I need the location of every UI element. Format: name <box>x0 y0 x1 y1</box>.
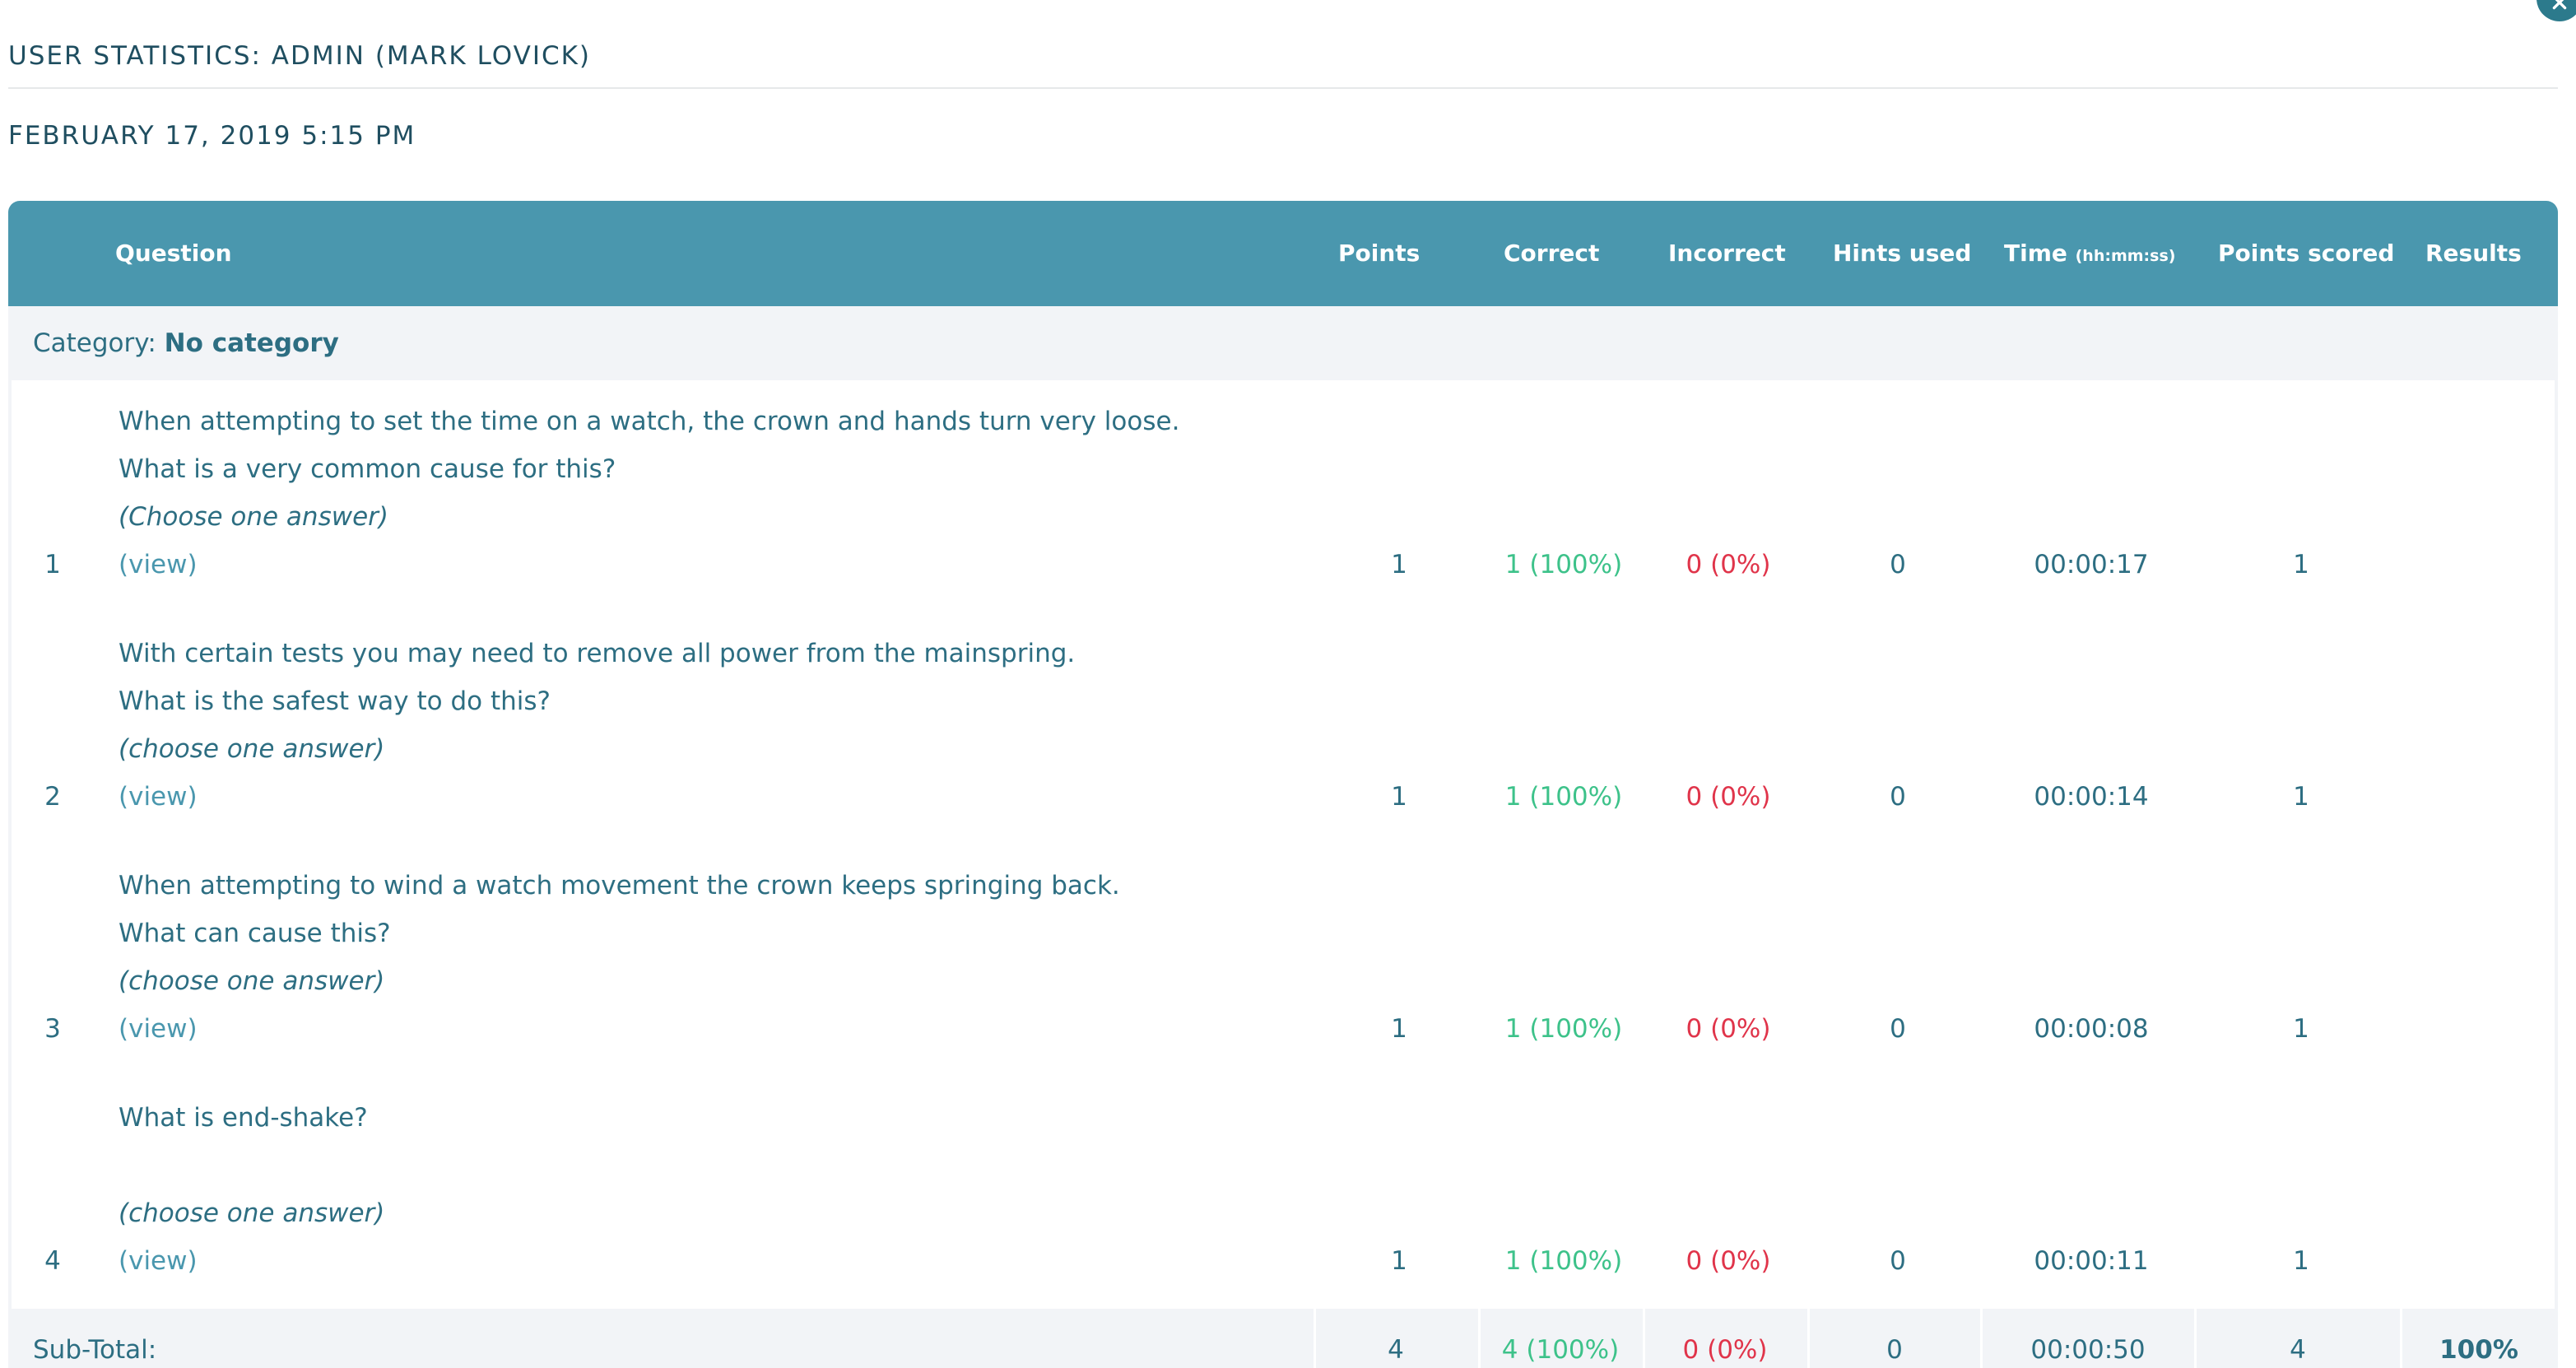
hints-used-value: 0 <box>1890 1014 1906 1044</box>
subtotal-divider <box>1980 1309 1983 1368</box>
points-scored-value: 1 <box>2293 1014 2309 1044</box>
statistics-table: Question Points Correct Incorrect Hints … <box>8 201 2558 1368</box>
column-results: Results <box>2425 240 2522 267</box>
category-row: Category: No category <box>8 306 2558 380</box>
points-scored-value: 1 <box>2293 1246 2309 1276</box>
hints-used-value: 0 <box>1890 550 1906 579</box>
subtotal-correct: 4 (100%) <box>1501 1335 1620 1365</box>
question-text-line: With certain tests you may need to remov… <box>119 639 1076 668</box>
points-scored-value: 1 <box>2293 782 2309 812</box>
column-points: Points <box>1338 240 1421 267</box>
category-name: No category <box>164 328 339 358</box>
subtotal-divider <box>1478 1309 1481 1368</box>
question-text-line: What is end-shake? <box>119 1103 368 1133</box>
correct-value: 1 (100%) <box>1504 1014 1623 1044</box>
question-number: 1 <box>44 550 61 579</box>
question-number: 4 <box>44 1246 61 1276</box>
table-body: When attempting to set the time on a wat… <box>8 380 2558 1309</box>
question-text-line: What is a very common cause for this? <box>119 454 616 484</box>
table-header: Question Points Correct Incorrect Hints … <box>8 201 2558 306</box>
title-divider <box>8 87 2558 89</box>
subtotal-divider <box>1314 1309 1316 1368</box>
column-points-scored: Points scored <box>2218 240 2395 267</box>
incorrect-value: 0 (0%) <box>1686 1246 1771 1276</box>
question-hint: (choose one answer) <box>119 734 385 764</box>
subtotal-hints-used: 0 <box>1886 1335 1903 1365</box>
table-row: What is end-shake? (choose one answer) 4… <box>12 1077 2561 1309</box>
close-button[interactable] <box>2536 0 2576 21</box>
user-statistics-dialog: USER STATISTICS: ADMIN (MARK LOVICK) FEB… <box>0 0 2576 1368</box>
statistics-date: FEBRUARY 17, 2019 5:15 PM <box>8 121 416 151</box>
question-text-line: When attempting to wind a watch movement… <box>119 871 1120 900</box>
column-time-label: Time <box>2004 240 2067 267</box>
points-value: 1 <box>1391 1246 1407 1276</box>
table-row: When attempting to wind a watch movement… <box>12 845 2561 1077</box>
question-hint: (Choose one answer) <box>119 502 388 532</box>
column-correct: Correct <box>1504 240 1600 267</box>
question-number: 3 <box>44 1014 61 1044</box>
incorrect-value: 0 (0%) <box>1686 1014 1771 1044</box>
subtotal-time: 00:00:50 <box>2030 1335 2146 1365</box>
subtotal-row: Sub-Total: 4 4 (100%) 0 (0%) 0 00:00:50 … <box>8 1309 2558 1368</box>
incorrect-value: 0 (0%) <box>1686 782 1771 812</box>
close-icon <box>2550 0 2569 16</box>
points-scored-value: 1 <box>2293 550 2309 579</box>
view-question-link[interactable]: (view) <box>119 1246 198 1276</box>
time-value: 00:00:17 <box>2034 550 2149 579</box>
question-text-line: What is the safest way to do this? <box>119 686 551 716</box>
subtotal-label: Sub-Total: <box>33 1335 157 1365</box>
column-incorrect: Incorrect <box>1668 240 1786 267</box>
points-value: 1 <box>1391 550 1407 579</box>
subtotal-divider <box>1807 1309 1810 1368</box>
question-hint: (choose one answer) <box>119 1198 385 1228</box>
subtotal-divider <box>2194 1309 2197 1368</box>
table-row: When attempting to set the time on a wat… <box>12 380 2561 612</box>
view-question-link[interactable]: (view) <box>119 550 198 579</box>
subtotal-points: 4 <box>1388 1335 1404 1365</box>
subtotal-divider <box>2400 1309 2402 1368</box>
correct-value: 1 (100%) <box>1504 550 1623 579</box>
time-value: 00:00:14 <box>2034 782 2149 812</box>
column-hints-used: Hints used <box>1833 240 1972 267</box>
hints-used-value: 0 <box>1890 782 1906 812</box>
column-time: Time (hh:mm:ss) <box>2004 201 2175 306</box>
subtotal-points-scored: 4 <box>2290 1335 2306 1365</box>
correct-value: 1 (100%) <box>1504 782 1623 812</box>
column-question: Question <box>115 240 232 267</box>
points-value: 1 <box>1391 1014 1407 1044</box>
question-text-line: What can cause this? <box>119 919 391 948</box>
time-value: 00:00:08 <box>2034 1014 2149 1044</box>
table-row: With certain tests you may need to remov… <box>12 612 2561 845</box>
question-hint: (choose one answer) <box>119 966 385 996</box>
page-title: USER STATISTICS: ADMIN (MARK LOVICK) <box>8 41 592 71</box>
category-label: Category: <box>33 328 156 358</box>
subtotal-incorrect: 0 (0%) <box>1682 1335 1768 1365</box>
time-value: 00:00:11 <box>2034 1246 2149 1276</box>
column-time-unit: (hh:mm:ss) <box>2075 247 2176 265</box>
subtotal-divider <box>1643 1309 1645 1368</box>
view-question-link[interactable]: (view) <box>119 782 198 812</box>
subtotal-results: 100% <box>2439 1335 2518 1365</box>
view-question-link[interactable]: (view) <box>119 1014 198 1044</box>
question-number: 2 <box>44 782 61 812</box>
incorrect-value: 0 (0%) <box>1686 550 1771 579</box>
question-text-line: When attempting to set the time on a wat… <box>119 407 1180 436</box>
points-value: 1 <box>1391 782 1407 812</box>
correct-value: 1 (100%) <box>1504 1246 1623 1276</box>
hints-used-value: 0 <box>1890 1246 1906 1276</box>
